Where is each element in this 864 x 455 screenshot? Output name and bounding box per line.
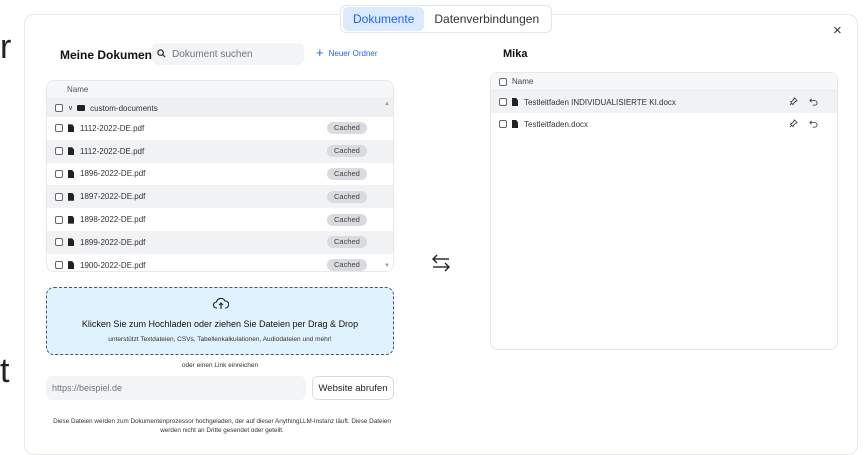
cached-badge: Cached	[327, 213, 367, 226]
file-name: Testleitfaden INDIVIDUALISIERTE KI.docx	[524, 97, 676, 107]
file-name: 1898-2022-DE.pdf	[80, 215, 146, 225]
close-icon[interactable]: ×	[833, 22, 842, 39]
file-name: 1112-2022-DE.pdf	[80, 146, 145, 156]
row-checkbox[interactable]	[55, 147, 63, 156]
modal-tabs: Dokumente Datenverbindungen	[340, 5, 553, 33]
tab-documents[interactable]: Dokumente	[343, 7, 425, 31]
new-folder-button[interactable]: + Neuer Ordner	[316, 45, 378, 60]
list-item[interactable]: 1112-2022-DE.pdf Cached	[47, 117, 393, 140]
scroll-up-icon[interactable]: ▲	[384, 101, 390, 107]
upload-disclaimer: Diese Dateien werden zum Dokumentenproze…	[53, 418, 391, 434]
background-letter-top: r	[0, 28, 12, 66]
cached-badge: Cached	[327, 259, 367, 271]
list-item[interactable]: Testleitfaden INDIVIDUALISIERTE KI.docx	[491, 91, 837, 113]
file-icon	[68, 147, 74, 156]
file-name: 1112-2022-DE.pdf	[80, 123, 145, 133]
file-icon	[68, 192, 74, 201]
file-icon	[68, 169, 74, 178]
background-letter-bottom: t	[0, 352, 10, 390]
fetch-website-button[interactable]: Website abrufen	[312, 376, 394, 400]
document-search	[152, 43, 304, 65]
list-item[interactable]: 1896-2022-DE.pdf Cached	[47, 163, 393, 186]
row-checkbox[interactable]	[55, 104, 63, 112]
cached-badge: Cached	[327, 190, 367, 203]
row-checkbox[interactable]	[55, 261, 63, 270]
file-icon	[68, 238, 74, 247]
cached-badge: Cached	[327, 167, 367, 180]
plus-icon: +	[316, 45, 324, 60]
row-checkbox[interactable]	[55, 124, 63, 133]
list-item[interactable]: Testleitfaden.docx	[491, 113, 837, 135]
table-header-name: Name	[47, 81, 393, 99]
workspace-title: Mika	[503, 48, 528, 60]
file-name: 1900-2022-DE.pdf	[80, 260, 146, 270]
cached-badge: Cached	[327, 122, 367, 135]
file-name: 1896-2022-DE.pdf	[80, 169, 146, 179]
select-all-checkbox[interactable]	[499, 77, 507, 86]
chevron-down-icon[interactable]: ∨	[68, 104, 73, 112]
new-folder-label: Neuer Ordner	[328, 48, 378, 58]
file-name: 1899-2022-DE.pdf	[80, 237, 146, 247]
file-name: 1897-2022-DE.pdf	[80, 192, 146, 202]
swap-arrows-icon	[430, 253, 452, 279]
my-documents-list: Name ∨ custom-documents 1112-2022-DE.pdf…	[46, 80, 394, 272]
file-icon	[68, 124, 74, 133]
pin-icon[interactable]	[789, 96, 798, 108]
url-input[interactable]	[46, 376, 306, 400]
undo-icon[interactable]	[809, 97, 818, 108]
list-item[interactable]: 1112-2022-DE.pdf Cached	[47, 139, 393, 163]
upload-subtitle: unterstützt Textdateien, CSVs, Tabellenk…	[108, 336, 332, 343]
list-item[interactable]: 1898-2022-DE.pdf Cached	[47, 208, 393, 231]
file-icon	[512, 120, 518, 128]
scroll-down-icon[interactable]: ▼	[384, 263, 390, 269]
file-name: Testleitfaden.docx	[524, 119, 589, 129]
tab-data-connections[interactable]: Datenverbindungen	[424, 7, 549, 31]
table-header: Name	[491, 73, 837, 91]
list-item[interactable]: 1900-2022-DE.pdf Cached	[47, 254, 393, 271]
row-checkbox[interactable]	[499, 120, 507, 128]
cloud-upload-icon	[213, 296, 230, 310]
my-documents-title: Meine Dokumente	[60, 48, 163, 62]
search-input[interactable]	[172, 48, 292, 60]
file-icon	[68, 215, 74, 224]
list-item[interactable]: 1897-2022-DE.pdf Cached	[47, 185, 393, 209]
upload-title: Klicken Sie zum Hochladen oder ziehen Si…	[81, 319, 359, 329]
upload-dropzone[interactable]: Klicken Sie zum Hochladen oder ziehen Si…	[46, 287, 394, 355]
or-link-label: oder einen Link einreichen	[181, 362, 259, 369]
file-icon	[68, 261, 74, 270]
workspace-documents-list: Name Testleitfaden INDIVIDUALISIERTE KI.…	[490, 72, 838, 350]
row-checkbox[interactable]	[55, 192, 63, 201]
list-scrollbar[interactable]: ▲ ▼	[384, 101, 390, 269]
folder-row[interactable]: ∨ custom-documents	[47, 99, 393, 117]
search-icon	[157, 48, 166, 60]
row-checkbox[interactable]	[55, 238, 63, 247]
row-checkbox[interactable]	[499, 98, 507, 106]
cached-badge: Cached	[327, 145, 367, 158]
folder-name: custom-documents	[90, 103, 158, 113]
cached-badge: Cached	[327, 236, 367, 249]
file-icon	[512, 98, 518, 106]
table-header-name: Name	[512, 77, 534, 86]
folder-icon	[77, 105, 86, 111]
row-checkbox[interactable]	[55, 215, 63, 224]
pin-icon[interactable]	[789, 118, 798, 130]
undo-icon[interactable]	[809, 119, 818, 130]
list-item[interactable]: 1899-2022-DE.pdf Cached	[47, 230, 393, 254]
row-checkbox[interactable]	[55, 169, 63, 178]
